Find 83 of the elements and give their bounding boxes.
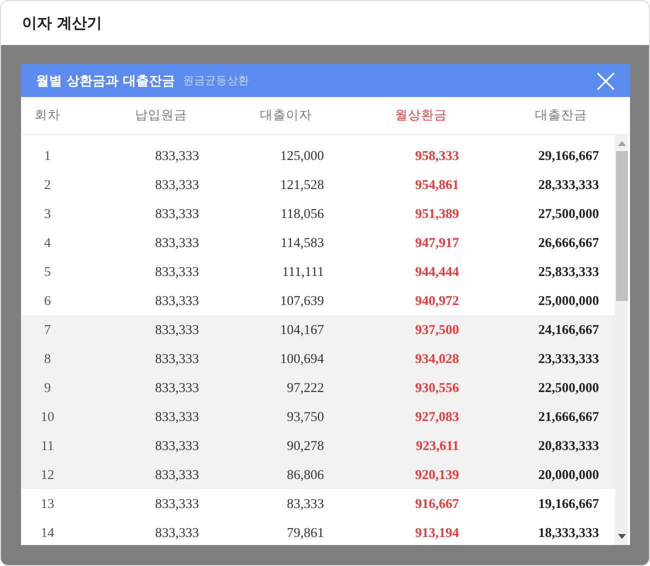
- modal-title: 월별 상환금과 대출잔금: [36, 72, 176, 90]
- table-cell-text: 1: [43, 148, 52, 164]
- column-header: 대출이자: [259, 107, 313, 124]
- table-cell-text: 930,556: [414, 380, 459, 396]
- table-cell-text: 9: [43, 380, 52, 396]
- table-cell-text: 940,972: [414, 292, 459, 308]
- table-cell-text: 107,639: [279, 292, 324, 308]
- table-cell-text: 833,333: [154, 496, 199, 512]
- table-cell-text: 118,056: [280, 206, 324, 222]
- table-cell-text: 79,861: [286, 524, 324, 540]
- table-cell-text: 90,278: [286, 438, 324, 454]
- table-cell-text: 24,166,667: [537, 322, 599, 338]
- table-cell-text: 934,028: [414, 350, 459, 366]
- table-cell-text: 100,694: [279, 350, 324, 366]
- table-cell-text: 25,833,333: [537, 264, 599, 280]
- table-cell-text: 927,083: [414, 408, 459, 424]
- table-cell-text: 951,389: [414, 206, 459, 222]
- table-cell-text: 28,333,333: [537, 176, 599, 192]
- scrollbar[interactable]: [615, 135, 628, 545]
- table-cell-text: 833,333: [154, 380, 199, 396]
- table-cell-text: 2: [43, 176, 52, 192]
- table-cell-text: 114,583: [280, 234, 324, 250]
- table-cell-text: 833,333: [154, 234, 199, 250]
- table-cell-text: 833,333: [154, 350, 199, 366]
- table-cell-text: 937,500: [414, 322, 459, 338]
- scroll-down-icon[interactable]: [618, 534, 626, 540]
- table-cell-text: 111,111: [281, 264, 324, 280]
- table-cell-text: 97,222: [286, 380, 324, 396]
- modal-subtitle: 원금균등상환: [183, 73, 250, 88]
- table-cell-text: 916,667: [414, 496, 459, 512]
- table-cell-text: 947,917: [414, 234, 459, 250]
- table-cell-text: 833,333: [154, 148, 199, 164]
- table-cell-text: 83,333: [286, 496, 324, 512]
- table-cell-text: 8: [43, 350, 52, 366]
- table-cell-text: 833,333: [154, 408, 199, 424]
- table-cell-text: 10: [40, 408, 56, 424]
- table-cell-text: 18,333,333: [537, 524, 599, 540]
- table-cell-text: 944,444: [414, 264, 459, 280]
- table-cell-text: 121,528: [279, 176, 324, 192]
- table-cell-text: 20,000,000: [537, 466, 599, 482]
- table-cell-text: 833,333: [154, 322, 199, 338]
- table-cell-text: 21,666,667: [537, 408, 599, 424]
- table-cell-text: 923,611: [414, 438, 459, 454]
- table-cell-text: 93,750: [286, 408, 324, 424]
- table-cell-text: 104,167: [279, 322, 324, 338]
- table-cell-text: 11: [40, 438, 55, 454]
- page-title: 이자 계산기: [21, 12, 104, 34]
- scroll-thumb[interactable]: [616, 151, 628, 301]
- table-cell-text: 5: [43, 264, 52, 280]
- table-cell-text: 27,500,000: [537, 206, 599, 222]
- scroll-up-icon[interactable]: [618, 140, 626, 146]
- table-cell-text: 125,000: [279, 148, 324, 164]
- table-cell-text: 6: [43, 292, 52, 308]
- table-cell-text: 913,194: [414, 524, 459, 540]
- column-header: 납입원금: [134, 107, 188, 124]
- column-header: 대출잔금: [534, 107, 588, 124]
- table-cell-text: 14: [40, 524, 56, 540]
- column-header: 월상환금: [394, 107, 448, 124]
- table-cell-text: 13: [40, 496, 56, 512]
- column-header: 회차: [34, 107, 62, 124]
- table-cell-text: 833,333: [154, 438, 199, 454]
- table-cell-text: 25,000,000: [537, 292, 599, 308]
- table-cell-text: 833,333: [154, 206, 199, 222]
- table-cell-text: 833,333: [154, 292, 199, 308]
- close-button[interactable]: ×: [592, 66, 620, 94]
- table-cell-text: 833,333: [154, 176, 199, 192]
- table-cell-text: 920,139: [414, 466, 459, 482]
- table-cell-text: 954,861: [414, 176, 459, 192]
- table-cell-text: 23,333,333: [537, 350, 599, 366]
- table-cell-text: 12: [40, 466, 56, 482]
- table-cell-text: 26,666,667: [537, 234, 599, 250]
- table-cell-text: 7: [43, 322, 52, 338]
- table-cell-text: 833,333: [154, 524, 199, 540]
- table-cell-text: 958,333: [414, 148, 459, 164]
- table-cell-text: 4: [43, 234, 52, 250]
- table-cell-text: 19,166,667: [537, 496, 599, 512]
- table-cell-text: 86,806: [286, 466, 324, 482]
- table-cell-text: 22,500,000: [537, 380, 599, 396]
- table-cell-text: 29,166,667: [537, 148, 599, 164]
- table-cell-text: 20,833,333: [537, 438, 599, 454]
- table-cell-text: 833,333: [154, 466, 199, 482]
- table-cell-text: 3: [43, 206, 52, 222]
- table-cell-text: 833,333: [154, 264, 199, 280]
